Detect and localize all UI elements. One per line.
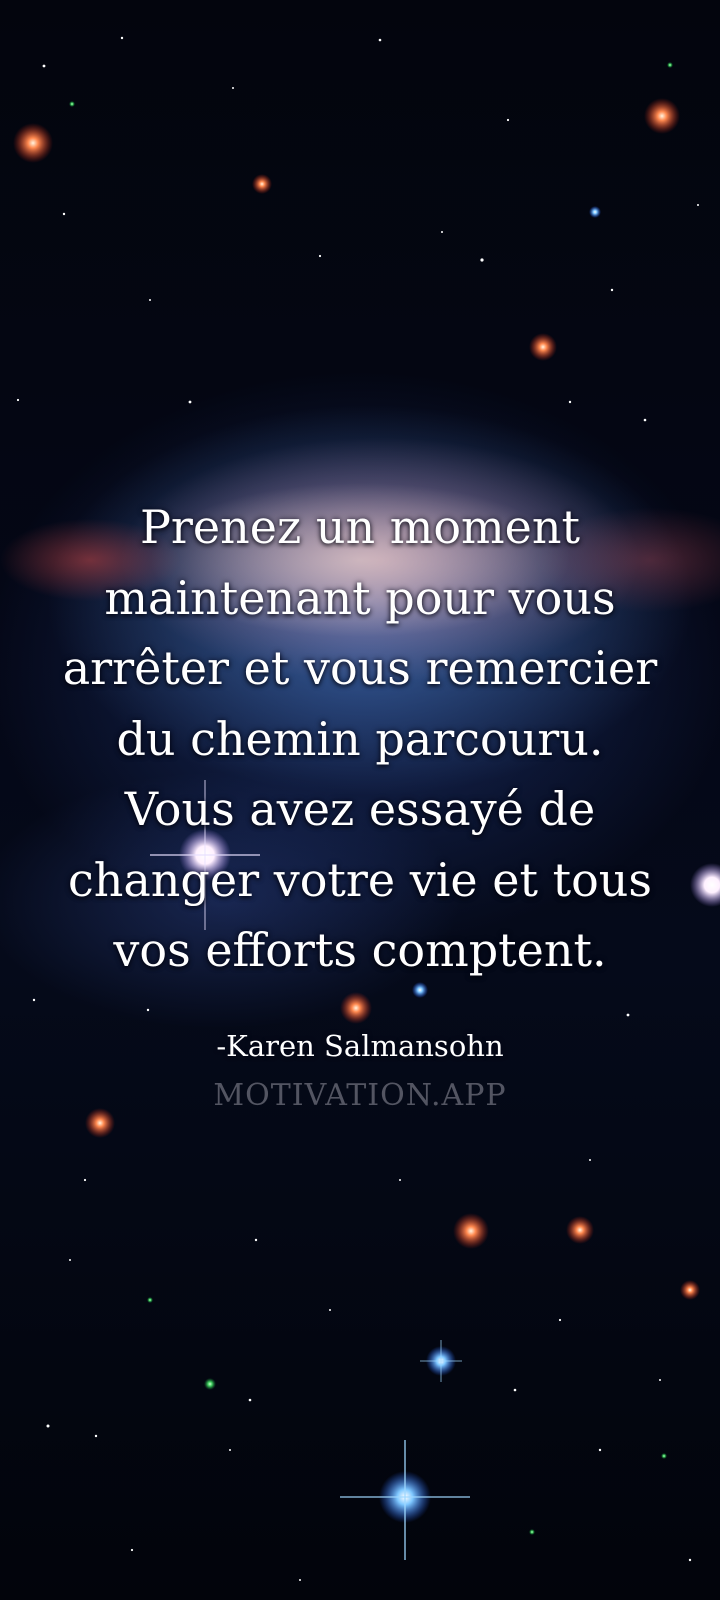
star <box>69 101 75 107</box>
quote-author: -Karen Salmansohn <box>216 1029 504 1063</box>
star <box>378 38 382 42</box>
star <box>94 1434 98 1438</box>
star <box>513 1388 517 1392</box>
star <box>32 998 36 1002</box>
star <box>69 1259 71 1261</box>
star <box>204 1378 216 1390</box>
star <box>688 1558 692 1562</box>
star <box>254 1238 258 1242</box>
star <box>42 64 46 68</box>
quote-line: du chemin parcouru. <box>116 711 604 766</box>
star <box>232 87 234 89</box>
star <box>299 1579 301 1581</box>
star <box>46 1424 50 1428</box>
star <box>589 1159 591 1161</box>
star <box>13 123 53 163</box>
star <box>558 1318 562 1322</box>
quote-line: Vous avez essayé de <box>124 782 596 836</box>
star <box>229 1449 231 1451</box>
star <box>329 1309 331 1311</box>
star <box>529 1529 535 1535</box>
star <box>644 98 680 134</box>
star <box>399 1179 401 1181</box>
quote-line: changer votre vie et tous <box>67 852 652 907</box>
star <box>643 418 647 422</box>
star <box>147 1297 153 1303</box>
star <box>252 174 272 194</box>
star <box>667 62 673 68</box>
quote-line: Prenez un moment <box>139 500 580 554</box>
star <box>661 1453 667 1459</box>
star <box>146 1008 150 1012</box>
star <box>589 206 601 218</box>
star <box>610 288 614 292</box>
star <box>188 400 192 404</box>
star <box>120 36 124 40</box>
star <box>83 1178 87 1182</box>
star <box>566 1216 594 1244</box>
star <box>506 118 510 122</box>
quote-line: maintenant pour vous <box>104 570 616 625</box>
star <box>149 299 151 301</box>
star <box>318 254 322 258</box>
star <box>529 333 557 361</box>
quote-line: arrêter et vous remercier <box>62 641 658 695</box>
star <box>441 231 443 233</box>
star <box>568 400 572 404</box>
star <box>453 1213 489 1249</box>
star <box>697 204 699 206</box>
wallpaper-screen: Prenez un moment maintenant pour vous ar… <box>0 0 720 1600</box>
star <box>598 1448 602 1452</box>
star <box>340 992 372 1024</box>
star <box>130 1548 134 1552</box>
quote-text: Prenez un moment maintenant pour vous ar… <box>30 492 690 986</box>
watermark-text: MOTIVATION.APP <box>213 1078 507 1113</box>
star <box>248 1398 252 1402</box>
star <box>62 212 66 216</box>
star <box>690 863 720 907</box>
star <box>680 1280 700 1300</box>
star <box>659 1379 661 1381</box>
star <box>480 258 484 262</box>
quote-line: vos efforts comptent. <box>113 923 607 977</box>
star <box>16 398 20 402</box>
star <box>626 1013 630 1017</box>
